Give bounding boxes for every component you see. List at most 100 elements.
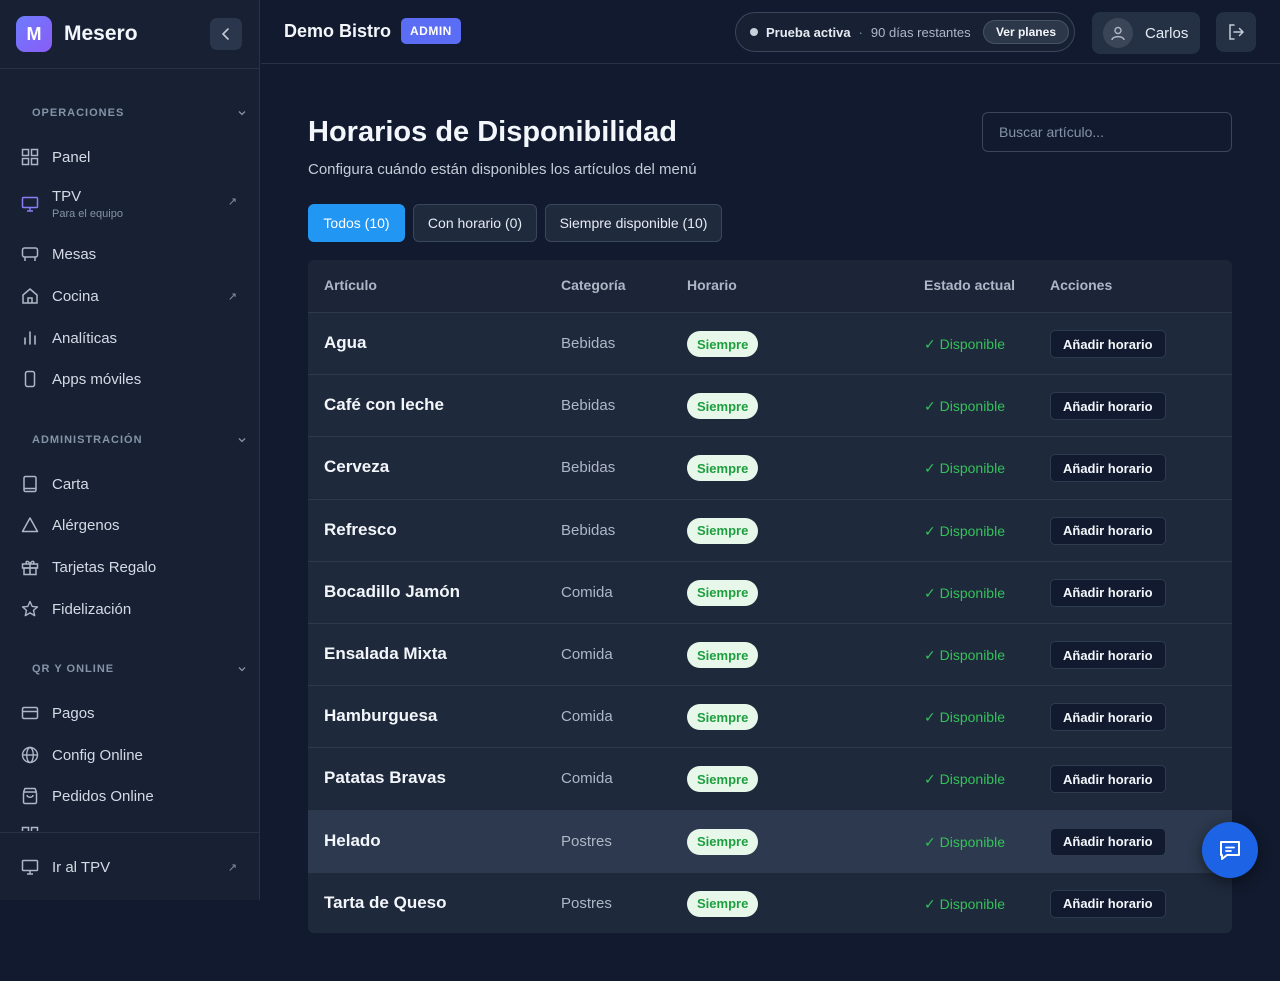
smartphone-icon [20, 369, 40, 389]
schedule-badge: Siempre [687, 393, 759, 420]
add-schedule-button[interactable]: Añadir horario [1050, 516, 1166, 545]
role-badge: ADMIN [401, 18, 461, 44]
sidebar-item-label: Cocina [52, 287, 99, 305]
sidebar-item-label: Analíticas [52, 329, 118, 347]
item-category: Comida [561, 770, 613, 788]
status-text: ✓ Disponible [924, 895, 1005, 912]
section-qr-online[interactable]: QR Y ONLINE [32, 663, 247, 675]
table-row: Cerveza Bebidas Siempre ✓ Disponible Añadir … [308, 436, 1232, 499]
add-schedule-button[interactable]: Añadir horario [1050, 330, 1166, 358]
item-name: Bocadillo Jamón [324, 581, 461, 601]
add-schedule-button[interactable]: Añadir horario [1050, 889, 1166, 918]
brand-header: M Mesero [0, 0, 259, 69]
item-category: Comida [561, 646, 613, 663]
item-name: Tarta de Queso [324, 892, 447, 912]
item-name: Helado [324, 830, 381, 850]
status-text: ✓ Disponible [924, 336, 1005, 352]
sidebar-item-carta[interactable]: Carta [20, 474, 239, 494]
column-header-estado[interactable]: Estado actual [924, 277, 1015, 293]
add-schedule-button[interactable]: Añadir horario [1050, 765, 1166, 794]
go-to-tpv-link[interactable]: Ir al TPV ↗ [20, 857, 239, 877]
add-schedule-button[interactable]: Añadir horario [1050, 827, 1166, 856]
schedule-badge: Siempre [687, 828, 759, 855]
sidebar-item-analiticas[interactable]: Analíticas [20, 328, 239, 348]
add-schedule-button[interactable]: Añadir horario [1050, 641, 1166, 669]
add-schedule-button[interactable]: Añadir horario [1050, 454, 1166, 483]
sidebar-item-partial [20, 825, 239, 831]
section-title: QR Y ONLINE [32, 663, 115, 675]
item-name: Patatas Bravas [324, 768, 446, 788]
sidebar-item-tarjetas-regalo[interactable]: Tarjetas Regalo [20, 557, 239, 577]
column-header-categoria[interactable]: Categoría [561, 277, 626, 293]
section-operaciones[interactable]: OPERACIONES [32, 107, 247, 119]
sidebar-item-label: Tarjetas Regalo [52, 558, 157, 576]
sidebar-item-label: Config Online [52, 746, 143, 764]
logout-button[interactable] [1216, 12, 1256, 52]
status-text: ✓ Disponible [924, 398, 1005, 415]
filter-siempre-disponible[interactable]: Siempre disponible (10) [545, 204, 722, 242]
monitor-icon [20, 857, 40, 877]
section-administracion[interactable]: ADMINISTRACIÓN [32, 434, 247, 446]
brand-name: Mesero [64, 22, 138, 45]
sidebar-item-tpv[interactable]: TPV Para el equipo ↗ [20, 188, 239, 220]
item-category: Bebidas [561, 397, 616, 415]
add-schedule-button[interactable]: Añadir horario [1050, 703, 1166, 732]
table-row: Hamburguesa Comida Siempre ✓ Disponible Añad… [308, 685, 1232, 748]
schedule-badge: Siempre [687, 517, 759, 544]
chat-button[interactable] [1202, 822, 1258, 878]
grid-icon [20, 147, 40, 167]
sidebar-item-label: Panel [52, 148, 91, 166]
table-row: Café con leche Bebidas Siempre ✓ Disponible… [308, 374, 1232, 437]
star-icon [20, 599, 40, 619]
sidebar-item-cocina[interactable]: Cocina ↗ [20, 286, 239, 306]
add-schedule-button[interactable]: Añadir horario [1050, 578, 1166, 607]
sidebar-item-fidelizacion[interactable]: Fidelización [20, 599, 239, 619]
external-link-icon: ↗ [227, 861, 237, 874]
add-schedule-button[interactable]: Añadir horario [1050, 392, 1166, 421]
item-category: Postres [561, 894, 612, 912]
item-category: Bebidas [561, 521, 616, 539]
logout-icon [1229, 24, 1245, 40]
status-text: ✓ Disponible [924, 522, 1005, 539]
schedule-badge: Siempre [687, 455, 759, 482]
trial-remaining: 90 días restantes [870, 24, 971, 40]
filter-todos[interactable]: Todos (10) [308, 204, 405, 242]
credit-card-icon [20, 703, 40, 723]
chevron-left-icon [221, 28, 229, 40]
column-header-horario[interactable]: Horario [687, 277, 737, 293]
filter-con-horario[interactable]: Con horario (0) [413, 204, 537, 242]
shopping-bag-icon [20, 786, 40, 806]
column-header-articulo[interactable]: Artículo [324, 277, 377, 293]
sidebar-item-config-online[interactable]: Config Online [20, 745, 239, 765]
sidebar-item-alergenos[interactable]: Alérgenos [20, 515, 239, 535]
table-row: Patatas Bravas Comida Siempre ✓ Disponible A… [308, 747, 1232, 810]
sidebar-item-panel[interactable]: Panel [20, 147, 239, 167]
brand-logo: M [16, 16, 52, 52]
sidebar-item-label: Fidelización [52, 600, 132, 618]
sidebar-nav: OPERACIONES Panel TPV Para el equipo ↗ M… [0, 69, 259, 831]
sidebar-item-mesas[interactable]: Mesas [20, 244, 239, 264]
user-name: Carlos [1145, 24, 1189, 42]
sidebar-item-label: Pagos [52, 704, 95, 722]
search-input[interactable] [982, 112, 1232, 152]
book-icon [20, 474, 40, 494]
status-text: ✓ Disponible [924, 709, 1005, 726]
table-row: Tarta de Queso Postres Siempre ✓ Disponible… [308, 871, 1232, 933]
sidebar-item-label: Apps móviles [52, 370, 142, 388]
status-text: ✓ Disponible [924, 584, 1005, 601]
table-row: Helado Postres Siempre ✓ Disponible Añadir h… [308, 809, 1232, 872]
status-text: ✓ Disponible [924, 460, 1005, 477]
sidebar-item-apps-moviles[interactable]: Apps móviles [20, 369, 239, 389]
table-row: Ensalada Mixta Comida Siempre ✓ Disponible A… [308, 623, 1232, 685]
sidebar-item-pedidos-online[interactable]: Pedidos Online [20, 786, 239, 806]
trial-separator: · [858, 24, 863, 40]
gift-icon [20, 557, 40, 577]
item-category: Comida [561, 708, 613, 726]
view-plans-button[interactable]: Ver planes [982, 20, 1069, 44]
sidebar-item-label: Carta [52, 475, 89, 493]
collapse-sidebar-button[interactable] [210, 18, 242, 50]
sidebar-item-pagos[interactable]: Pagos [20, 703, 239, 723]
availability-table: Artículo Categoría Horario Estado actual… [308, 260, 1232, 933]
table-icon [20, 244, 40, 264]
user-menu-button[interactable]: Carlos [1092, 12, 1200, 54]
